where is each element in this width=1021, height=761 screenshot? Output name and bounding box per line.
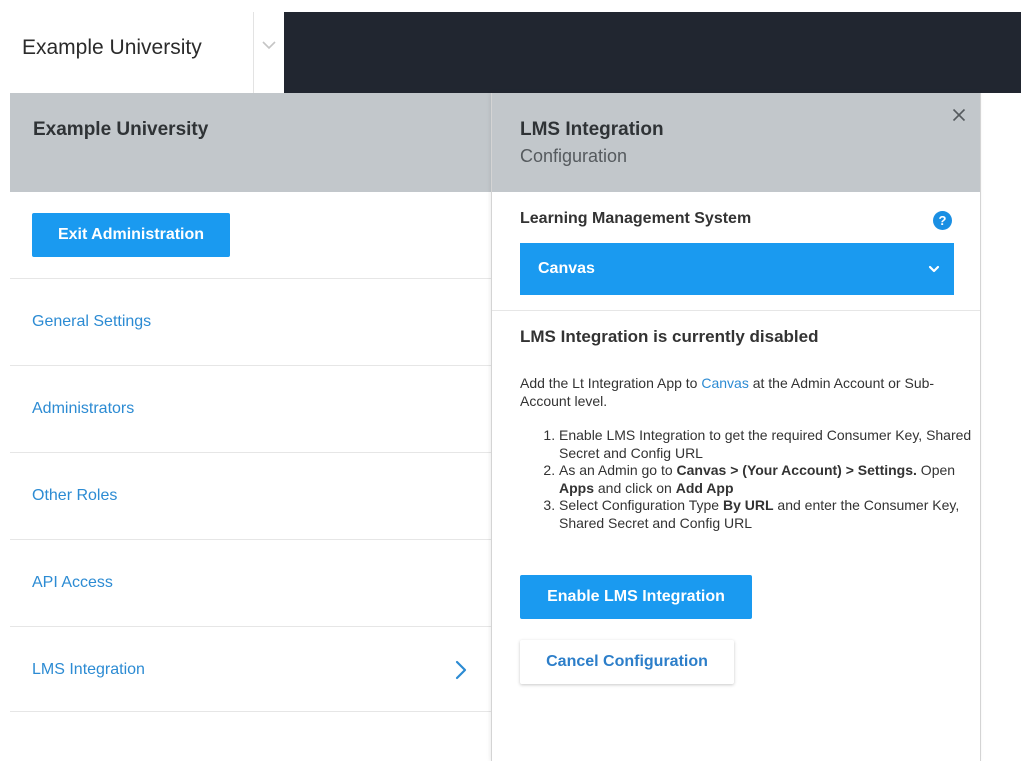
admin-sidebar: Example University Exit Administration G… (10, 93, 491, 761)
nav-item-other-roles[interactable]: Other Roles (10, 452, 491, 539)
exit-administration-button[interactable]: Exit Administration (32, 213, 230, 257)
lms-select-dropdown[interactable]: Canvas (520, 243, 954, 295)
nav-item-label: General Settings (32, 313, 152, 330)
step-text: Enable LMS Integration to get the requir… (559, 427, 972, 461)
step-emphasis: Canvas > (Your Account) > Settings. (676, 462, 917, 478)
question-circle-icon[interactable]: ? (933, 211, 952, 230)
step-text: Open (916, 462, 956, 478)
panel-subtitle: Configuration (520, 146, 628, 166)
lms-select-value: Canvas (538, 260, 595, 277)
enable-lms-integration-button[interactable]: Enable LMS Integration (520, 575, 752, 619)
nav-item-administrators[interactable]: Administrators (10, 365, 491, 452)
lms-select-label: Learning Management System (520, 210, 752, 227)
chevron-down-icon (262, 41, 276, 50)
org-name: Example University (22, 36, 202, 59)
integration-intro-text: Add the Lt Integration App to Canvas at … (520, 374, 960, 410)
nav-item-api-access[interactable]: API Access (10, 539, 491, 626)
step-text: and click on (594, 479, 676, 496)
close-icon (952, 108, 966, 122)
nav-item-label: API Access (32, 574, 113, 591)
section-divider (492, 310, 980, 311)
canvas-link[interactable]: Canvas (701, 375, 748, 391)
nav-item-label: LMS Integration (32, 661, 145, 678)
top-bar: Example University (0, 0, 1021, 93)
cancel-configuration-button[interactable]: Cancel Configuration (520, 640, 734, 684)
nav-item-label: Administrators (32, 400, 135, 417)
integration-status-title: LMS Integration is currently disabled (520, 327, 819, 346)
nav-item-label: Other Roles (32, 487, 118, 504)
step-emphasis: Add App (675, 479, 734, 496)
setup-step: Select Configuration Type By URL and ent… (559, 497, 979, 532)
org-divider (253, 12, 254, 93)
nav-item-general-settings[interactable]: General Settings (10, 278, 491, 365)
step-text: As an Admin go to (559, 462, 677, 478)
admin-sidebar-header: Example University (10, 93, 491, 192)
lms-config-panel: LMS Integration Configuration Learning M… (491, 93, 981, 761)
nav-item-lms-integration[interactable]: LMS Integration (10, 626, 491, 713)
setup-step: As an Admin go to Canvas > (Your Account… (559, 462, 979, 497)
setup-step: Enable LMS Integration to get the requir… (559, 427, 979, 462)
panel-title: LMS Integration (520, 119, 664, 140)
step-emphasis: By URL (722, 497, 774, 513)
nav-divider (10, 711, 491, 712)
admin-sidebar-title: Example University (33, 119, 209, 140)
org-switch-button[interactable] (256, 30, 282, 60)
top-nav-band (284, 12, 1021, 93)
close-button[interactable] (947, 103, 971, 127)
step-text: Select Configuration Type (559, 497, 723, 513)
chevron-down-icon (928, 243, 940, 295)
lms-config-header: LMS Integration Configuration (492, 93, 980, 192)
intro-prefix: Add the Lt Integration App to (520, 375, 702, 391)
setup-steps-list: Enable LMS Integration to get the requir… (540, 427, 979, 532)
step-emphasis: Apps (559, 479, 594, 496)
chevron-right-icon (455, 627, 467, 713)
